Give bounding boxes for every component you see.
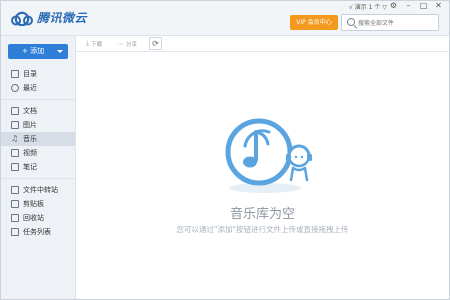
sidebar-item-directory[interactable]: 目录 xyxy=(1,67,75,81)
clock-icon xyxy=(11,84,19,92)
sidebar-item-recent[interactable]: 最近 xyxy=(1,81,75,95)
empty-state-description: 您可以通过"添加"按钮进行文件上传或直接拖拽上传 xyxy=(176,225,349,234)
divider xyxy=(1,99,75,100)
sidebar-item-recycle-bin[interactable]: 回收站 xyxy=(1,211,75,225)
sidebar-item-label: 回收站 xyxy=(23,214,44,222)
sidebar-item-transfer[interactable]: 文件中转站 xyxy=(1,183,75,197)
sidebar-item-label: 最近 xyxy=(23,84,37,92)
title-bar: 腾讯微云 √ 演示 1 个 ▽ ⚙ – □ ✕ VIP 会员中心 xyxy=(1,1,449,36)
download-button[interactable]: ⤓ 下载 xyxy=(86,38,102,49)
vip-center-button[interactable]: VIP 会员中心 xyxy=(290,15,338,30)
sidebar: + 添加 目录 最近 文档 图片 ♫ 音乐 视频 笔记 文件中转站 剪贴板 回收… xyxy=(1,36,76,299)
sidebar-item-music[interactable]: ♫ 音乐 xyxy=(1,132,75,146)
search-icon xyxy=(347,18,355,26)
sidebar-item-notes[interactable]: 笔记 xyxy=(1,160,75,174)
divider xyxy=(1,178,75,179)
sidebar-item-task-list[interactable]: 任务列表 xyxy=(1,225,75,239)
add-button[interactable]: + 添加 xyxy=(8,44,68,59)
note-icon xyxy=(11,163,19,171)
share-icon: ⋯ xyxy=(117,39,124,48)
image-icon xyxy=(11,121,19,129)
recycle-bin-icon xyxy=(11,214,19,222)
clipboard-icon xyxy=(11,200,19,208)
download-icon: ⤓ xyxy=(86,39,90,47)
sidebar-item-label: 目录 xyxy=(23,70,37,78)
directory-icon xyxy=(11,70,19,78)
music-icon: ♫ xyxy=(11,134,19,143)
refresh-button[interactable]: ⟳ xyxy=(149,37,162,50)
download-label: 下载 xyxy=(91,41,103,48)
search-input[interactable] xyxy=(358,17,436,29)
sidebar-item-images[interactable]: 图片 xyxy=(1,118,75,132)
sidebar-item-label: 视频 xyxy=(23,149,37,157)
sidebar-item-label: 文档 xyxy=(23,107,37,115)
toolbar: ⤓ 下载 ⋯ 分享 ⟳ xyxy=(76,36,449,52)
sidebar-item-video[interactable]: 视频 xyxy=(1,146,75,160)
user-menu[interactable]: √ 演示 1 个 ▽ xyxy=(349,2,387,11)
sidebar-item-label: 音乐 xyxy=(23,135,37,143)
share-button[interactable]: ⋯ 分享 xyxy=(117,38,137,49)
music-empty-icon xyxy=(225,118,312,193)
app-logo: 腾讯微云 xyxy=(11,9,87,26)
share-label: 分享 xyxy=(126,41,138,48)
add-button-label: + 添加 xyxy=(22,47,45,55)
sidebar-item-label: 剪贴板 xyxy=(23,200,44,208)
weiyun-window: 腾讯微云 √ 演示 1 个 ▽ ⚙ – □ ✕ VIP 会员中心 + 添加 目录 xyxy=(0,0,450,300)
video-icon xyxy=(11,149,19,157)
cloud-logo-icon xyxy=(11,11,33,26)
sidebar-item-label: 文件中转站 xyxy=(23,186,58,194)
minimize-icon[interactable]: – xyxy=(404,1,413,10)
settings-icon[interactable]: ⚙ xyxy=(389,1,398,10)
window-controls: ⚙ – □ ✕ xyxy=(389,1,443,10)
transfer-icon xyxy=(11,186,19,194)
sidebar-item-label: 任务列表 xyxy=(23,228,51,236)
task-list-icon xyxy=(11,228,19,236)
search-box[interactable] xyxy=(341,14,439,31)
sidebar-item-label: 图片 xyxy=(23,121,37,129)
empty-state-title: 音乐库为空 xyxy=(229,207,295,222)
sidebar-item-clipboard[interactable]: 剪贴板 xyxy=(1,197,75,211)
chevron-down-icon[interactable] xyxy=(57,50,63,53)
maximize-icon[interactable]: □ xyxy=(419,1,428,10)
sidebar-nav: 目录 最近 文档 图片 ♫ 音乐 视频 笔记 文件中转站 剪贴板 回收站 任务列… xyxy=(1,67,75,239)
sidebar-item-documents[interactable]: 文档 xyxy=(1,104,75,118)
refresh-icon: ⟳ xyxy=(152,39,159,48)
document-icon xyxy=(11,107,19,115)
sidebar-item-label: 笔记 xyxy=(23,163,37,171)
close-icon[interactable]: ✕ xyxy=(434,1,443,10)
app-title: 腾讯微云 xyxy=(37,11,88,25)
